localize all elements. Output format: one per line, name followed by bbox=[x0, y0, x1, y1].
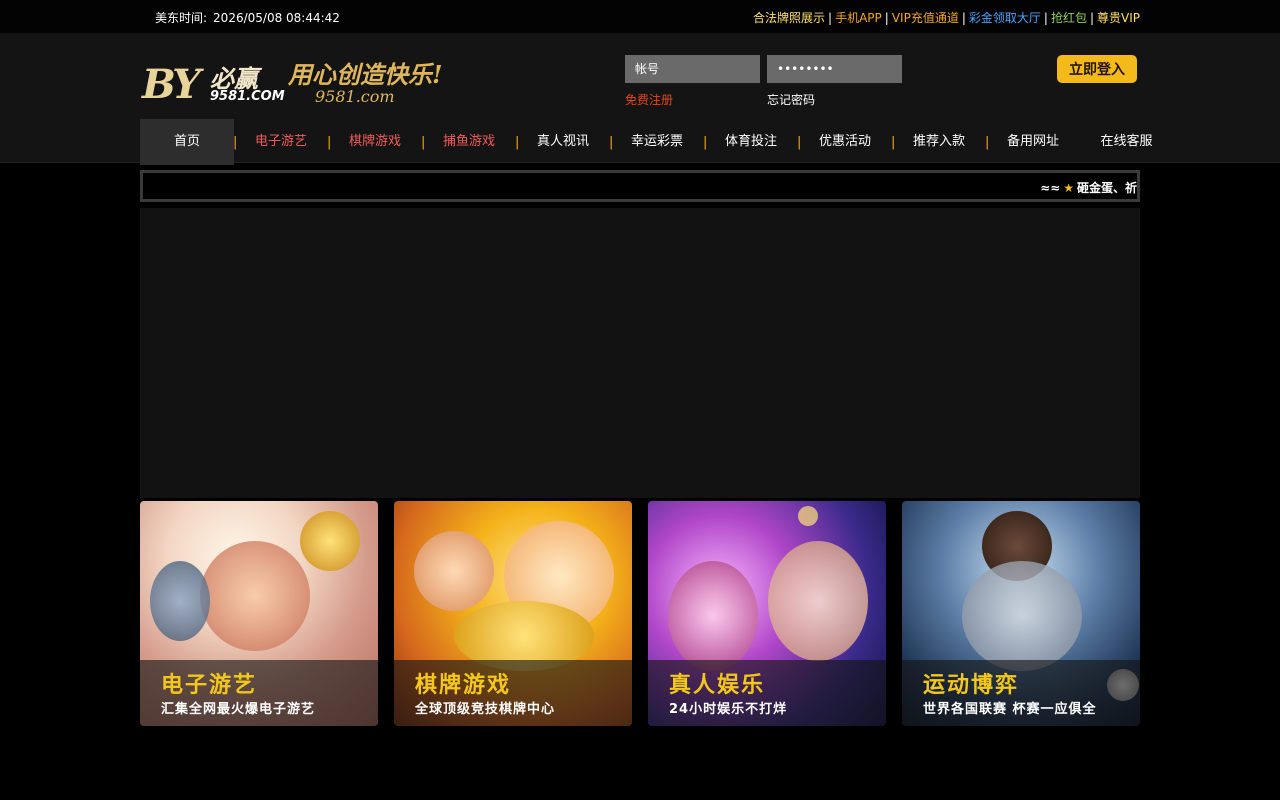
nav-fishing[interactable]: 捕鱼游戏 bbox=[422, 119, 516, 165]
password-input[interactable] bbox=[767, 55, 902, 83]
separator: | bbox=[1089, 11, 1094, 25]
logo-slogan: 用心创造快乐! bbox=[288, 60, 443, 89]
marquee-message: 砸金蛋、祈 bbox=[1076, 181, 1137, 195]
card-title: 电子游艺 bbox=[161, 673, 258, 698]
username-input[interactable] bbox=[625, 55, 760, 83]
main-nav: 首页 | 电子游艺 | 棋牌游戏 | 捕鱼游戏 | 真人视讯 | 幸运彩票 | … bbox=[140, 119, 1173, 165]
category-cards: 电子游艺 汇集全网最火爆电子游艺 棋牌游戏 全球顶级竞技棋牌中心 真人娱乐 24… bbox=[140, 501, 1140, 726]
separator: | bbox=[828, 11, 833, 25]
top-bar: 美东时间: 2026/05/08 08:44:42 合法牌照展示 | 手机APP | VI… bbox=[0, 0, 1280, 33]
nav-customer-service[interactable]: 在线客服 bbox=[1080, 119, 1173, 165]
site-logo[interactable]: BY 必赢 9581.COM 用心创造快乐! 9581.com bbox=[140, 53, 450, 113]
nav-sports[interactable]: 体育投注 bbox=[704, 119, 798, 165]
nav-lottery[interactable]: 幸运彩票 bbox=[610, 119, 704, 165]
nav-slots[interactable]: 电子游艺 bbox=[234, 119, 328, 165]
star-icon: ★ bbox=[1063, 181, 1074, 195]
announcement-marquee[interactable]: ≈≈ ★ 砸金蛋、祈 bbox=[140, 170, 1140, 202]
card-caption: 真人娱乐 24小时娱乐不打烊 bbox=[648, 660, 886, 726]
logo-mark: BY bbox=[142, 61, 201, 108]
separator: | bbox=[1043, 11, 1048, 25]
nav-home[interactable]: 首页 bbox=[140, 119, 234, 165]
card-subtitle: 世界各国联赛 杯赛一应俱全 bbox=[923, 702, 1097, 717]
card-title: 运动博弈 bbox=[923, 673, 1020, 698]
card-sports[interactable]: 运动博弈 世界各国联赛 杯赛一应俱全 bbox=[902, 501, 1140, 726]
main-content: ≈≈ ★ 砸金蛋、祈 电子游艺 汇集全网最火爆电子游艺 棋牌游戏 全球顶级竞技棋… bbox=[140, 170, 1140, 726]
login-button[interactable]: 立即登入 bbox=[1057, 55, 1137, 83]
license-link[interactable]: 合法牌照展示 bbox=[753, 11, 825, 25]
header: BY 必赢 9581.COM 用心创造快乐! 9581.com 免费注册 忘记密… bbox=[0, 33, 1280, 165]
vip-deposit-link[interactable]: VIP充值通道 bbox=[892, 11, 959, 25]
card-caption: 棋牌游戏 全球顶级竞技棋牌中心 bbox=[394, 660, 632, 726]
card-caption: 运动博弈 世界各国联赛 杯赛一应俱全 bbox=[902, 660, 1140, 726]
card-subtitle: 全球顶级竞技棋牌中心 bbox=[415, 702, 556, 717]
nav-backup-url[interactable]: 备用网址 bbox=[986, 119, 1080, 165]
bonus-hall-link[interactable]: 彩金领取大厅 bbox=[969, 11, 1041, 25]
nav-recommended-deposit[interactable]: 推荐入款 bbox=[892, 119, 986, 165]
hero-banner[interactable] bbox=[140, 208, 1140, 498]
nav-chess[interactable]: 棋牌游戏 bbox=[328, 119, 422, 165]
register-link[interactable]: 免费注册 bbox=[625, 91, 673, 108]
card-subtitle: 24小时娱乐不打烊 bbox=[669, 702, 788, 717]
card-chess[interactable]: 棋牌游戏 全球顶级竞技棋牌中心 bbox=[394, 501, 632, 726]
time-display: 美东时间: 2026/05/08 08:44:42 bbox=[155, 9, 340, 26]
logo-slogan-url: 9581.com bbox=[315, 87, 395, 106]
card-caption: 电子游艺 汇集全网最火爆电子游艺 bbox=[140, 660, 378, 726]
logo-domain: 9581.COM bbox=[210, 89, 285, 104]
card-title: 棋牌游戏 bbox=[415, 673, 512, 698]
nav-promotions[interactable]: 优惠活动 bbox=[798, 119, 892, 165]
separator: | bbox=[884, 11, 889, 25]
card-title: 真人娱乐 bbox=[669, 673, 766, 698]
card-live-casino[interactable]: 真人娱乐 24小时娱乐不打烊 bbox=[648, 501, 886, 726]
marquee-text: ≈≈ ★ 砸金蛋、祈 bbox=[1040, 179, 1137, 196]
mobile-app-link[interactable]: 手机APP bbox=[835, 11, 882, 25]
time-value: 2026/05/08 08:44:42 bbox=[213, 11, 340, 25]
top-links: 合法牌照展示 | 手机APP | VIP充值通道 | 彩金领取大厅 | 抢红包 | 尊贵VIP bbox=[753, 9, 1140, 26]
red-packet-link[interactable]: 抢红包 bbox=[1051, 11, 1087, 25]
forgot-password-link[interactable]: 忘记密码 bbox=[767, 91, 815, 108]
card-slots[interactable]: 电子游艺 汇集全网最火爆电子游艺 bbox=[140, 501, 378, 726]
separator: | bbox=[961, 11, 966, 25]
nav-live-casino[interactable]: 真人视讯 bbox=[516, 119, 610, 165]
card-subtitle: 汇集全网最火爆电子游艺 bbox=[161, 702, 316, 717]
vip-link[interactable]: 尊贵VIP bbox=[1097, 11, 1140, 25]
marquee-lead: ≈≈ bbox=[1040, 181, 1061, 195]
time-label: 美东时间: bbox=[155, 11, 208, 25]
